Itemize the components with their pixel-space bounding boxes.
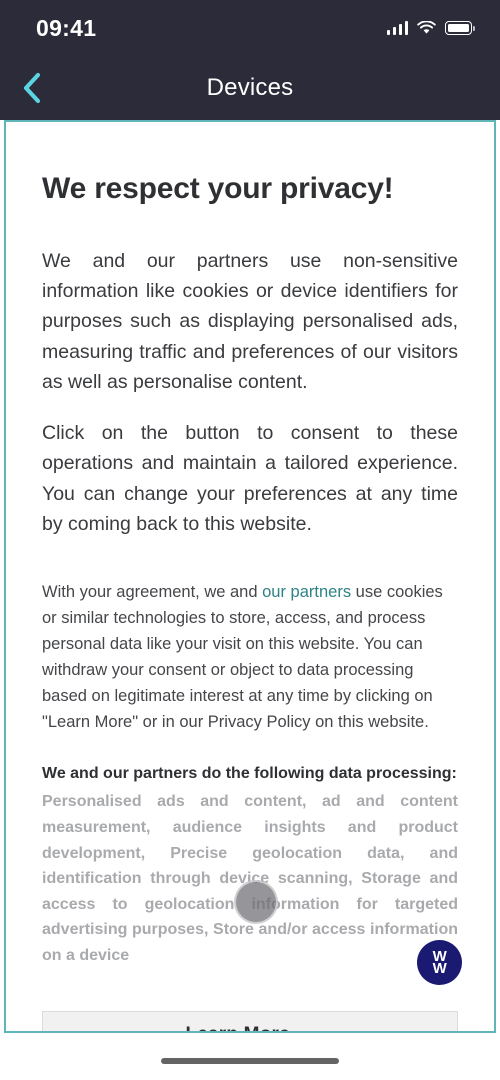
chevron-left-icon: [23, 72, 41, 104]
consent-paragraph-2: Click on the button to consent to these …: [42, 422, 458, 535]
consent-paragraph-3-prefix: With your agreement, we and: [42, 582, 263, 601]
consent-paragraph-3: With your agreement, we and our partners…: [42, 579, 458, 735]
status-icons: [386, 20, 475, 35]
back-button[interactable]: [10, 66, 54, 110]
header-region: 09:41 Devices: [0, 0, 500, 120]
consent-actions: Learn More → Agree and close: [42, 1010, 458, 1031]
consent-title: We respect your privacy!: [42, 172, 394, 205]
phone-screen: 09:41 Devices We respect your privacy! W…: [0, 0, 500, 1080]
consent-paragraph-1: We and our partners use non-sensitive in…: [42, 250, 458, 393]
data-processing-heading: We and our partners do the following dat…: [42, 765, 457, 783]
home-indicator[interactable]: [161, 1058, 339, 1064]
consent-paragraph-3-suffix: use cookies or similar technologies to s…: [42, 582, 443, 732]
data-processing-list: Personalised ads and content, ad and con…: [42, 793, 458, 964]
ww-logo-letters: W W: [432, 949, 447, 977]
nav-bar: Devices: [0, 56, 500, 120]
battery-full-icon: [445, 21, 475, 35]
our-partners-link[interactable]: our partners: [262, 583, 351, 601]
page-title: Devices: [206, 74, 294, 101]
wifi-icon: [417, 20, 436, 35]
consent-dialog: We respect your privacy! We and our part…: [4, 120, 496, 1033]
ww-logo: W W: [417, 940, 462, 985]
status-bar: 09:41: [0, 0, 500, 56]
cellular-signal-icon: [386, 21, 408, 35]
ww-logo-line-2: W: [432, 959, 447, 977]
learn-more-button[interactable]: Learn More →: [42, 1010, 458, 1031]
consent-content: We respect your privacy! We and our part…: [6, 122, 494, 1031]
status-time: 09:41: [36, 14, 97, 41]
